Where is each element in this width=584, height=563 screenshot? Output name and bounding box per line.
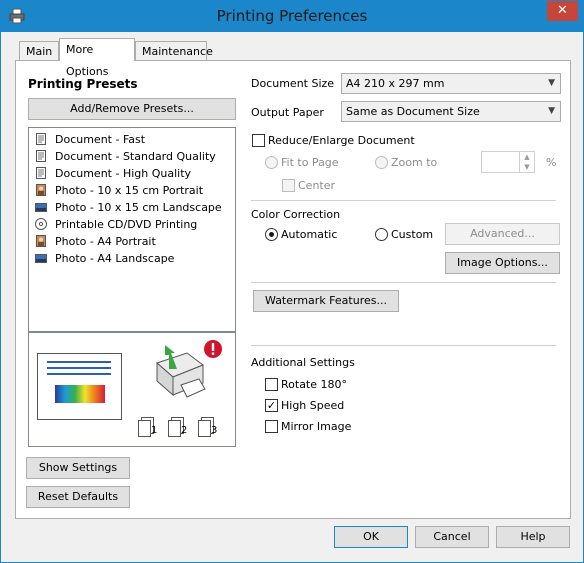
zoom-percent-stepper[interactable]: ▲ ▼ [481,151,535,173]
tab-panel: Printing Presets Add/Remove Presets... D… [15,60,571,519]
printer-illustration-icon [156,345,206,398]
watermark-features-button[interactable]: Watermark Features... [253,290,399,312]
fit-to-page-radio[interactable] [265,156,278,169]
photo-landscape-icon [35,254,47,263]
photo-portrait-icon [36,235,46,247]
rotate-180-checkbox[interactable] [265,378,278,391]
document-size-value: A4 210 x 297 mm [346,77,445,90]
list-item-label: Photo - 10 x 15 cm Portrait [55,184,204,197]
fit-to-page-label: Fit to Page [281,156,339,169]
list-item-label: Photo - 10 x 15 cm Landscape [55,201,222,214]
list-item-label: Photo - A4 Portrait [55,235,156,248]
window-title: Printing Preferences [216,7,368,25]
list-item-label: Document - High Quality [55,167,192,180]
chevron-down-icon: ▼ [548,106,555,116]
title-bar: Printing Preferences ✕ [1,1,583,32]
add-remove-presets-button[interactable]: Add/Remove Presets... [28,98,236,120]
pages-per-sheet-1-icon: 1 [137,417,159,439]
high-speed-checkbox[interactable]: ✓ [265,399,278,412]
mirror-image-checkbox[interactable] [265,420,278,433]
cancel-button[interactable]: Cancel [415,526,489,548]
tab-main[interactable]: Main [19,41,59,60]
image-options-button[interactable]: Image Options... [445,252,560,274]
divider [251,200,556,201]
custom-radio[interactable] [375,228,388,241]
warning-icon [204,340,222,358]
advanced-button[interactable]: Advanced... [445,223,560,245]
output-paper-select[interactable]: Same as Document Size ▼ [341,101,561,122]
automatic-label: Automatic [281,228,338,241]
center-label: Center [298,179,336,192]
custom-label: Custom [391,228,434,241]
tab-more-options[interactable]: More Options [59,38,135,78]
zoom-unit-label: % [546,156,557,169]
pages-per-sheet-2-icon: 2 [167,417,191,439]
page-preview-icon [37,353,122,420]
presets-list[interactable]: Document - Fast Document - Standard Qual… [28,127,236,332]
output-paper-value: Same as Document Size [346,105,480,118]
document-icon [36,167,46,179]
show-settings-button[interactable]: Show Settings [26,457,130,479]
reduce-enlarge-checkbox[interactable] [252,134,265,147]
pages-per-sheet-3-icon: 3 [197,417,221,439]
list-item-label: Document - Standard Quality [55,150,216,163]
chevron-down-icon: ▼ [548,78,555,88]
zoom-to-radio[interactable] [375,156,388,169]
ok-button[interactable]: OK [334,526,408,548]
reduce-enlarge-label: Reduce/Enlarge Document [268,134,415,147]
help-button[interactable]: Help [496,526,570,548]
document-size-select[interactable]: A4 210 x 297 mm ▼ [341,73,561,94]
document-icon [36,150,46,162]
mirror-image-label: Mirror Image [281,420,352,433]
tab-maintenance[interactable]: Maintenance [135,41,213,60]
zoom-to-label: Zoom to [391,156,438,169]
photo-landscape-icon [35,203,47,212]
list-item-label: Printable CD/DVD Printing [55,218,198,231]
settings-preview: 1 2 3 [28,332,236,447]
automatic-radio[interactable] [265,228,278,241]
document-icon [36,133,46,145]
spin-arrows-icon[interactable]: ▲ ▼ [519,152,534,172]
divider [251,345,556,346]
close-button[interactable]: ✕ [547,1,578,21]
printing-preferences-window: Printing Preferences ✕ Main More Options… [0,0,584,563]
color-correction-heading: Color Correction [251,208,341,221]
document-size-label: Document Size [251,77,335,90]
cd-icon [35,218,47,230]
divider [251,282,556,283]
center-checkbox[interactable] [282,179,295,192]
additional-settings-heading: Additional Settings [251,356,355,369]
photo-portrait-icon [36,184,46,196]
high-speed-label: High Speed [281,399,345,412]
list-item-label: Document - Fast [55,133,146,146]
list-item-label: Photo - A4 Landscape [55,252,175,265]
output-paper-label: Output Paper [251,106,324,119]
reset-defaults-button[interactable]: Reset Defaults [26,486,130,508]
rotate-180-label: Rotate 180° [281,378,348,391]
